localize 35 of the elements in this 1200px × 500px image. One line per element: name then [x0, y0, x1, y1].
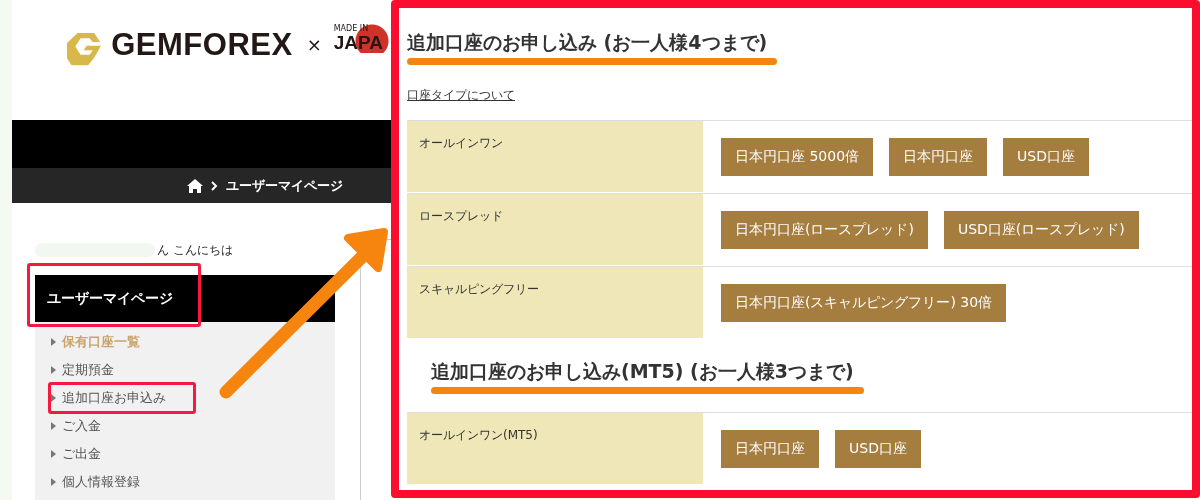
account-button[interactable]: 日本円口座(ロースプレッド): [721, 211, 928, 249]
sidebar-link[interactable]: 個人情報登録: [62, 473, 140, 491]
home-icon[interactable]: [187, 178, 203, 193]
sidebar-link[interactable]: 保有口座一覧: [62, 333, 140, 351]
triangle-icon: [51, 394, 56, 402]
triangle-icon: [51, 450, 56, 458]
sidebar-title: ユーザーマイページ: [35, 275, 335, 322]
triangle-icon: [51, 366, 56, 374]
triangle-icon: [51, 422, 56, 430]
account-button[interactable]: USD口座: [835, 430, 921, 468]
breadcrumb-current[interactable]: ユーザーマイページ: [226, 176, 343, 195]
sidebar-link[interactable]: 定期預金: [62, 361, 114, 379]
triangle-icon: [51, 338, 56, 346]
account-button[interactable]: 日本円口座: [889, 138, 988, 176]
chevron-icon: [211, 180, 218, 191]
account-button[interactable]: 日本円口座: [721, 430, 819, 468]
badge-caption: MADE IN: [333, 24, 370, 33]
account-button[interactable]: USD口座: [1003, 138, 1089, 176]
triangle-icon: [51, 478, 56, 486]
row-label: ロースプレッド: [407, 194, 703, 266]
sidebar-link[interactable]: 追加口座お申込み: [62, 389, 166, 407]
section-heading: 追加口座のお申し込み (お一人様4つまで): [407, 30, 769, 55]
greeting: ん こんにちは: [157, 241, 233, 259]
brand-name: GEMFOREX: [111, 27, 293, 63]
sidebar-link[interactable]: ご出金: [62, 445, 101, 463]
separator: ×: [306, 34, 322, 55]
account-button[interactable]: 日本円口座(スキャルピングフリー) 30倍: [721, 284, 1007, 322]
sidebar-link[interactable]: ご入金: [62, 417, 101, 435]
account-button[interactable]: 日本円口座 5000倍: [721, 138, 874, 176]
account-types-link[interactable]: 口座タイプについて: [407, 87, 515, 104]
row-label: オールインワン: [407, 121, 703, 193]
account-button[interactable]: USD口座(ロースプレッド): [943, 211, 1139, 249]
section-heading: 追加口座のお申し込み(MT5) (お一人様3つまで): [431, 359, 855, 384]
row-label: オールインワン(MT5): [407, 413, 703, 485]
row-label: スキャルピングフリー: [407, 267, 703, 339]
